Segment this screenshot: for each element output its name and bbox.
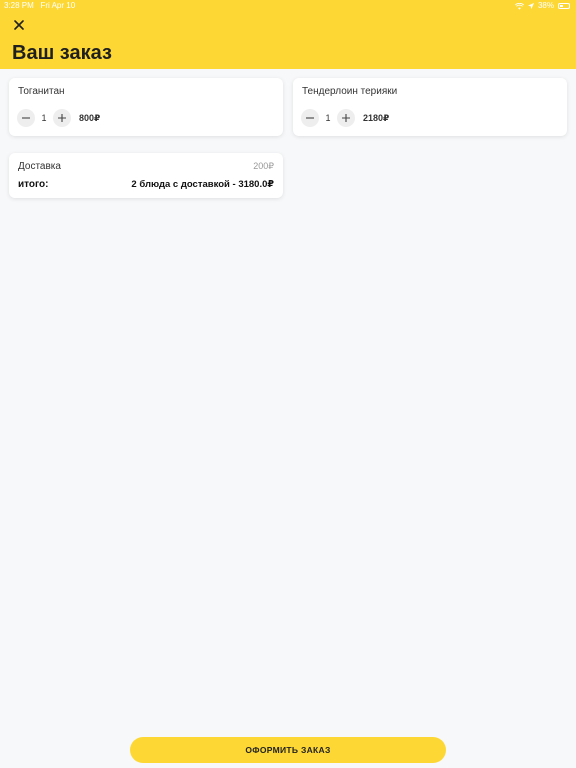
close-button[interactable] (10, 16, 28, 34)
decrease-button[interactable] (301, 109, 319, 127)
total-value: 2 блюда с доставкой - 3180.0₽ (131, 179, 274, 190)
close-icon (14, 20, 24, 30)
status-date: Fri Apr 10 (40, 1, 76, 10)
order-summary-card: Доставка 200₽ итого: 2 блюда с доставкой… (9, 153, 283, 198)
total-label: итого: (18, 179, 49, 190)
checkout-button[interactable]: ОФОРМИТЬ ЗАКАЗ (130, 737, 446, 763)
minus-icon (22, 117, 30, 119)
decrease-button[interactable] (17, 109, 35, 127)
header: 3:28 PM Fri Apr 10 38% Ваш заказ (0, 0, 576, 69)
page-title: Ваш заказ (12, 42, 112, 64)
item-name: Тоганитан (18, 86, 65, 97)
quantity-value: 1 (325, 113, 331, 123)
wifi-icon (514, 2, 524, 10)
status-time: 3:28 PM (4, 1, 34, 10)
cart-item-card: Тендерлоин терияки 1 2180₽ (293, 78, 567, 136)
quantity-stepper: 1 2180₽ (301, 109, 389, 127)
delivery-price: 200₽ (253, 161, 274, 171)
plus-icon (342, 114, 350, 122)
status-time-date: 3:28 PM Fri Apr 10 (4, 0, 75, 12)
minus-icon (306, 117, 314, 119)
status-bar: 3:28 PM Fri Apr 10 38% (0, 0, 576, 12)
location-icon (527, 3, 534, 9)
item-name: Тендерлоин терияки (302, 86, 398, 97)
quantity-stepper: 1 800₽ (17, 109, 100, 127)
battery-icon (558, 3, 570, 9)
item-price: 800₽ (79, 112, 101, 123)
increase-button[interactable] (337, 109, 355, 127)
increase-button[interactable] (53, 109, 71, 127)
battery-percent: 38% (537, 1, 554, 10)
item-price: 2180₽ (363, 112, 390, 123)
status-indicators: 38% (514, 0, 570, 12)
plus-icon (58, 114, 66, 122)
cart-item-card: Тоганитан 1 800₽ (9, 78, 283, 136)
quantity-value: 1 (41, 113, 47, 123)
delivery-label: Доставка (18, 161, 61, 172)
